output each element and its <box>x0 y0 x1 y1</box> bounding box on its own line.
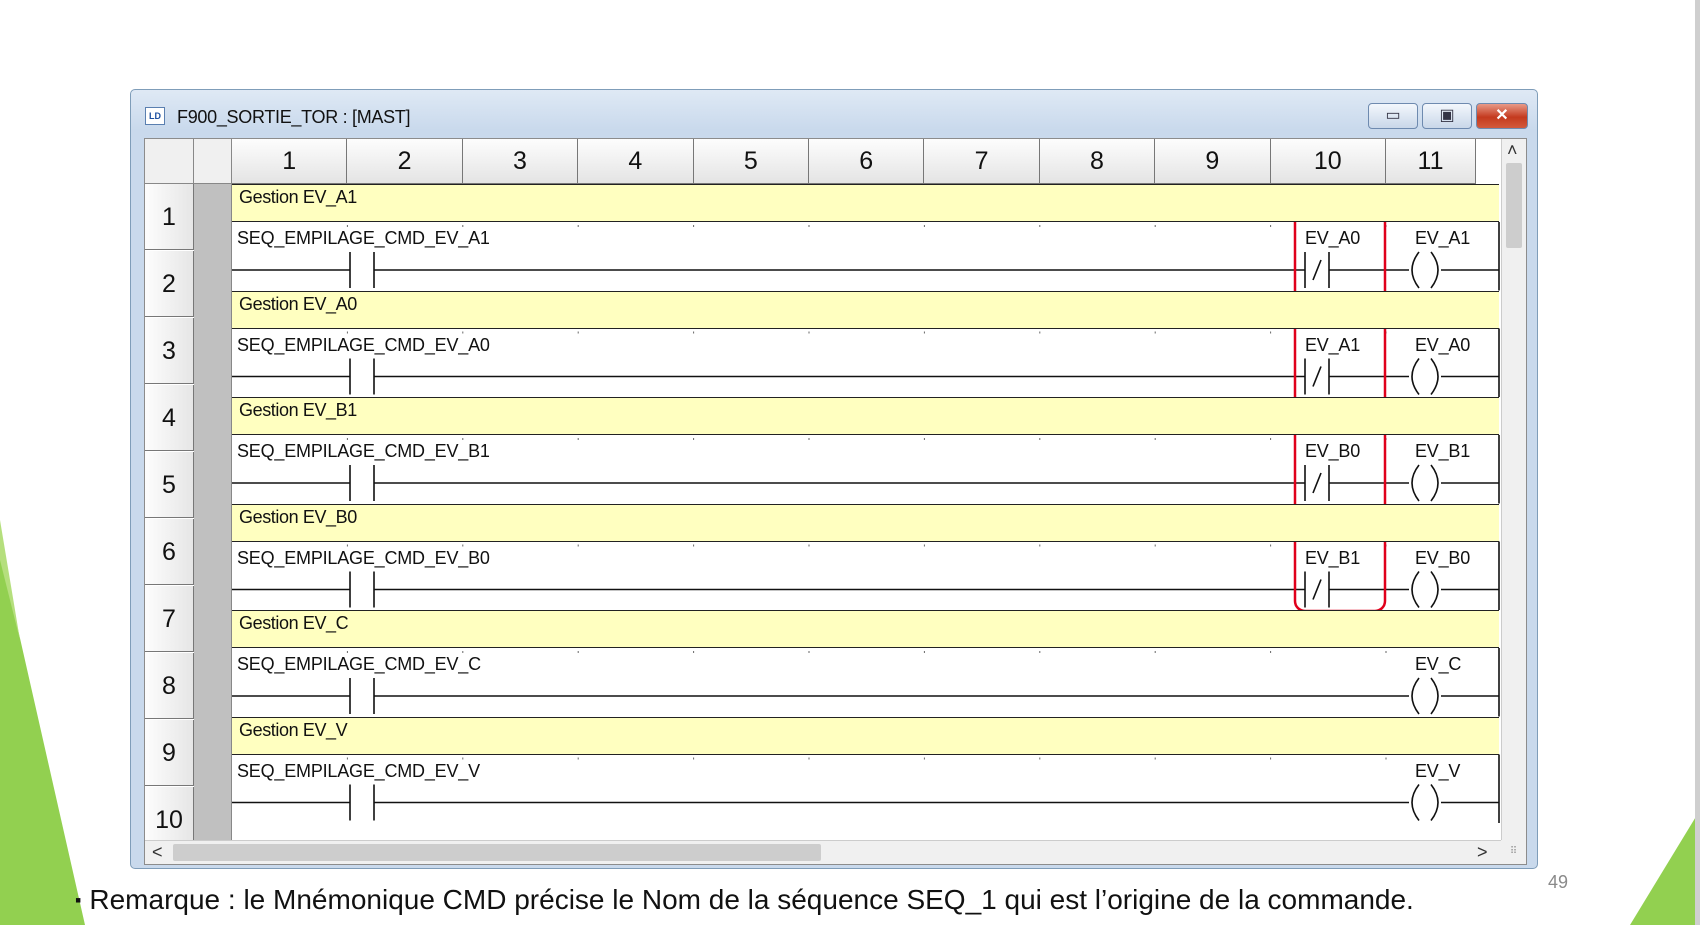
contact-label[interactable]: SEQ_EMPILAGE_CMD_EV_V <box>237 761 480 782</box>
column-header[interactable]: 6 <box>809 139 925 184</box>
rung-comment[interactable]: Gestion EV_V <box>232 716 1499 755</box>
close-button[interactable]: ✕ <box>1476 103 1528 129</box>
row-header[interactable]: 1 <box>145 184 194 250</box>
row-header[interactable]: 4 <box>145 385 194 451</box>
page-number: 49 <box>1548 872 1569 892</box>
coil-arc-icon <box>1430 571 1439 608</box>
row-header[interactable]: 9 <box>145 720 194 786</box>
scroll-left-icon[interactable]: < <box>152 842 163 862</box>
column-header[interactable]: 1 <box>232 139 348 184</box>
grid-corner-rail <box>194 139 232 184</box>
interlock-contact-label[interactable]: EV_B0 <box>1305 441 1360 462</box>
column-header[interactable]: 9 <box>1155 139 1271 184</box>
minimize-button[interactable]: ▭ <box>1368 103 1418 129</box>
row-header[interactable]: 7 <box>145 586 194 652</box>
title-bar[interactable]: LD F900_SORTIE_TOR : [MAST] ▭ ▣ ✕ <box>131 90 1537 130</box>
contact-label[interactable]: SEQ_EMPILAGE_CMD_EV_B0 <box>237 548 490 569</box>
coil-arc-icon <box>1430 251 1439 289</box>
ladder-grid: 1 2 3 4 5 6 7 8 9 10 11 1 2 3 4 5 6 7 8 9 10 Gestion EV_A1 S… <box>144 138 1527 865</box>
column-header[interactable]: 10 <box>1270 139 1386 184</box>
scroll-right-icon[interactable]: > <box>1477 842 1488 862</box>
rung-comment[interactable]: Gestion EV_B0 <box>232 503 1499 542</box>
column-header[interactable]: 2 <box>347 139 463 184</box>
contact-label[interactable]: SEQ_EMPILAGE_CMD_EV_A0 <box>237 335 490 356</box>
ladder-canvas[interactable]: Gestion EV_A1 SEQ_EMPILAGE_CMD_EV_A1 EV_A0… <box>232 184 1512 856</box>
row-header[interactable]: 8 <box>145 653 194 719</box>
contact-label[interactable]: SEQ_EMPILAGE_CMD_EV_C <box>237 654 481 675</box>
rung-comment[interactable]: Gestion EV_A0 <box>232 290 1499 329</box>
window-title: F900_SORTIE_TOR : [MAST] <box>177 107 411 127</box>
bullet-icon: ▪ <box>75 890 82 910</box>
coil-label[interactable]: EV_A1 <box>1415 228 1470 249</box>
nc-slash-icon <box>1312 579 1322 600</box>
coil-arc-icon <box>1411 784 1420 821</box>
grid-corner <box>145 139 194 184</box>
column-header[interactable]: 7 <box>924 139 1040 184</box>
remark-text: Remarque : le Mnémonique CMD précise le … <box>89 884 1414 915</box>
row-header[interactable]: 6 <box>145 519 194 585</box>
coil-label[interactable]: EV_B1 <box>1415 441 1470 462</box>
coil-arc-icon <box>1411 677 1420 715</box>
interlock-contact-label[interactable]: EV_A0 <box>1305 228 1360 249</box>
row-header[interactable]: 5 <box>145 452 194 518</box>
coil-arc-icon <box>1411 571 1420 608</box>
slide-green-accent-left <box>0 520 85 925</box>
interlock-contact-label[interactable]: EV_B1 <box>1305 548 1360 569</box>
ladder-editor-window: LD F900_SORTIE_TOR : [MAST] ▭ ▣ ✕ 123456… <box>130 89 1538 869</box>
vertical-scroll-thumb[interactable] <box>1506 163 1522 248</box>
coil-arc-icon <box>1411 464 1420 502</box>
rung-comment[interactable]: Gestion EV_A1 <box>232 184 1499 222</box>
coil-arc-icon <box>1430 358 1439 395</box>
nc-slash-icon <box>1312 259 1322 281</box>
coil-arc-icon <box>1430 464 1439 502</box>
contact-label[interactable]: SEQ_EMPILAGE_CMD_EV_A1 <box>237 228 490 249</box>
rung-comment[interactable]: Gestion EV_C <box>232 610 1499 648</box>
row-header[interactable]: 3 <box>145 318 194 384</box>
left-power-rail <box>194 184 232 856</box>
interlock-contact-label[interactable]: EV_A1 <box>1305 335 1360 356</box>
coil-arc-icon <box>1430 677 1439 715</box>
column-header[interactable]: 11 <box>1386 139 1476 184</box>
slide-green-accent-right <box>1630 810 1700 925</box>
column-header[interactable]: 5 <box>693 139 809 184</box>
vertical-scrollbar[interactable]: ˄ <box>1501 139 1526 842</box>
resize-grip-icon[interactable]: ⠿ <box>1501 840 1526 864</box>
row-header[interactable]: 2 <box>145 251 194 317</box>
coil-label[interactable]: EV_V <box>1415 761 1460 782</box>
nc-slash-icon <box>1312 472 1322 494</box>
rung-comment[interactable]: Gestion EV_B1 <box>232 397 1499 435</box>
column-header[interactable]: 8 <box>1039 139 1156 184</box>
maximize-button[interactable]: ▣ <box>1422 103 1472 129</box>
scroll-up-icon[interactable]: ˄ <box>1507 140 1518 160</box>
column-header[interactable]: 3 <box>462 139 579 184</box>
coil-label[interactable]: EV_B0 <box>1415 548 1470 569</box>
coil-arc-icon <box>1411 251 1420 289</box>
coil-label[interactable]: EV_C <box>1415 654 1461 675</box>
coil-arc-icon <box>1411 358 1420 395</box>
coil-arc-icon <box>1430 784 1439 821</box>
coil-label[interactable]: EV_A0 <box>1415 335 1470 356</box>
ladder-app-icon: LD <box>145 107 165 125</box>
slide-remark: ▪ Remarque : le Mnémonique CMD précise le… <box>75 884 1414 916</box>
horizontal-scroll-thumb[interactable] <box>173 844 821 861</box>
column-header[interactable]: 4 <box>578 139 694 184</box>
contact-label[interactable]: SEQ_EMPILAGE_CMD_EV_B1 <box>237 441 490 462</box>
horizontal-scrollbar[interactable]: < > <box>145 840 1501 864</box>
slide-right-edge <box>1695 0 1700 925</box>
nc-slash-icon <box>1312 366 1322 387</box>
